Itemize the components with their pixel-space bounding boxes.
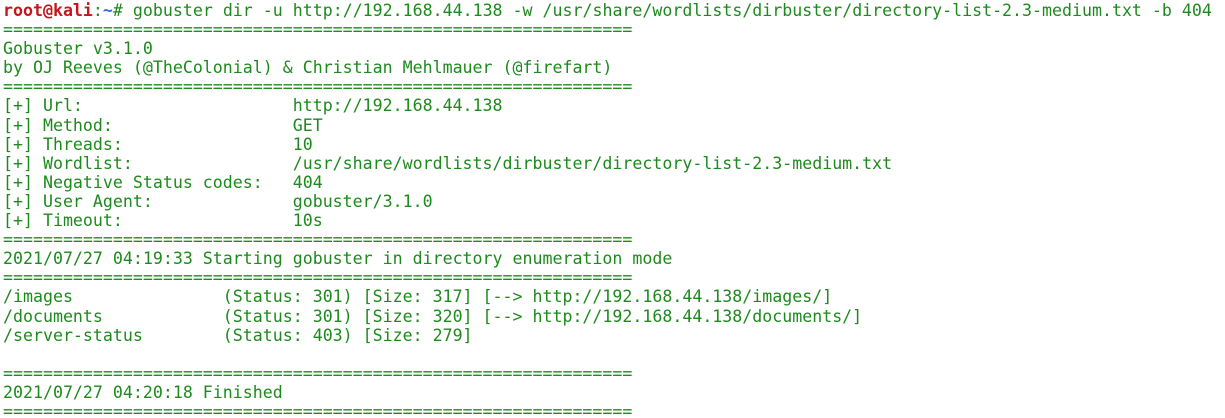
command-line: root@kali:~# gobuster dir -u http://192.… [3, 1, 1225, 20]
result-row: /documents (Status: 301) [Size: 320] [--… [3, 306, 863, 326]
separator-line: ========================================… [3, 268, 633, 288]
config-line-url: [+] Url: http://192.168.44.138 [3, 96, 503, 116]
banner-authors: by OJ Reeves (@TheColonial) & Christian … [3, 58, 613, 78]
config-line-method: [+] Method: GET [3, 115, 323, 135]
command-text: gobuster dir -u http://192.168.44.138 -w… [132, 1, 1212, 20]
result-row: /images (Status: 301) [Size: 317] [--> h… [3, 287, 833, 307]
config-line-threads: [+] Threads: 10 [3, 134, 313, 154]
separator-line: ========================================… [3, 77, 633, 97]
prompt-separator: : [92, 1, 103, 20]
result-row: /server-status (Status: 403) [Size: 279] [3, 325, 473, 345]
banner-title: Gobuster v3.1.0 [3, 39, 153, 59]
config-line-wordlist: [+] Wordlist: /usr/share/wordlists/dirbu… [3, 153, 893, 173]
config-line-timeout: [+] Timeout: 10s [3, 211, 323, 231]
prompt-symbol: # [112, 1, 133, 20]
separator-line: ========================================… [3, 363, 633, 383]
terminal-window[interactable]: root@kali:~# gobuster dir -u http://192.… [0, 0, 1225, 418]
prompt-path: ~ [102, 1, 113, 20]
separator-line: ========================================… [3, 230, 633, 250]
finish-message: 2021/07/27 04:20:18 Finished [3, 382, 283, 402]
config-line-user-agent: [+] User Agent: gobuster/3.1.0 [3, 191, 433, 211]
separator-line: ========================================… [3, 401, 633, 418]
prompt-user-host: root@kali [3, 1, 93, 20]
start-message: 2021/07/27 04:19:33 Starting gobuster in… [3, 249, 673, 269]
config-line-negative-status: [+] Negative Status codes: 404 [3, 172, 323, 192]
separator-line: ========================================… [3, 20, 633, 40]
